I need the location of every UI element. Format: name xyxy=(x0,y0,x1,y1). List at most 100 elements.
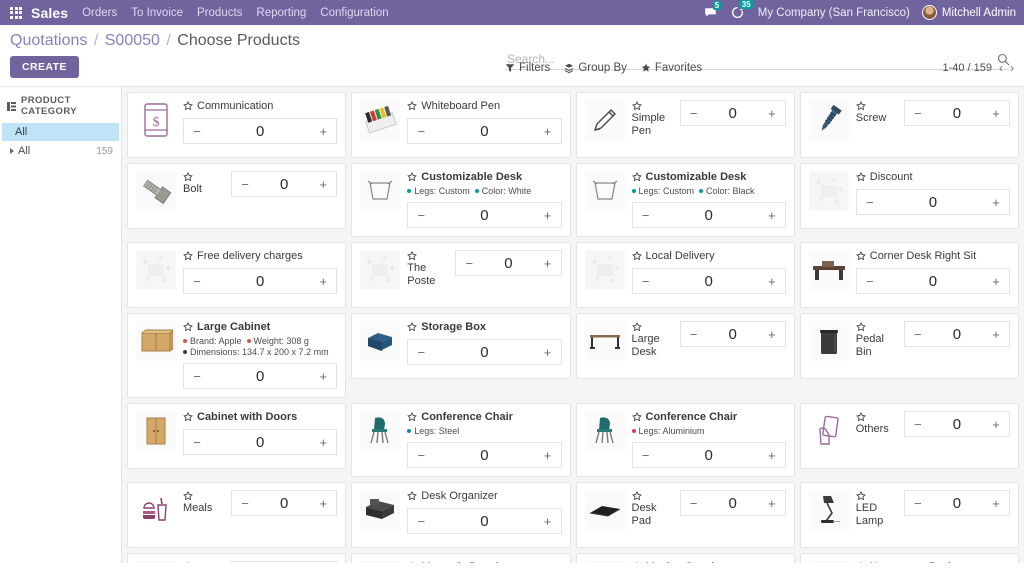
product-card[interactable]: Others −0+ xyxy=(800,403,1019,469)
favorite-star-icon[interactable] xyxy=(183,562,193,563)
quantity-increment-button[interactable]: + xyxy=(759,327,785,342)
product-card[interactable]: Newspaper Rack−0+ xyxy=(800,553,1019,563)
quantity-decrement-button[interactable]: − xyxy=(408,124,434,139)
product-name[interactable]: Conference Chair xyxy=(421,411,513,424)
quantity-value[interactable]: 0 xyxy=(258,176,310,193)
product-name[interactable]: Magnetic Board xyxy=(421,561,498,563)
create-button[interactable]: CREATE xyxy=(10,56,79,78)
favorite-star-icon[interactable] xyxy=(632,562,642,563)
quantity-increment-button[interactable]: + xyxy=(310,369,336,384)
quantity-increment-button[interactable]: + xyxy=(535,448,561,463)
quantity-value[interactable]: 0 xyxy=(659,273,759,290)
favorite-star-icon[interactable] xyxy=(183,412,193,422)
quantity-stepper[interactable]: −0+ xyxy=(231,490,337,516)
quantity-decrement-button[interactable]: − xyxy=(184,274,210,289)
quantity-value[interactable]: 0 xyxy=(210,123,310,140)
quantity-decrement-button[interactable]: − xyxy=(408,345,434,360)
favorite-star-icon[interactable] xyxy=(183,172,193,182)
product-card[interactable]: Local Delivery−0+ xyxy=(576,242,795,308)
quantity-value[interactable]: 0 xyxy=(210,368,310,385)
product-name[interactable]: Desk Pad xyxy=(632,502,674,528)
favorite-star-icon[interactable] xyxy=(407,101,417,111)
product-card[interactable]: LED Lamp−0+ xyxy=(800,482,1019,548)
product-name[interactable]: Free delivery charges xyxy=(197,250,303,263)
product-name[interactable]: The Poste xyxy=(407,262,449,288)
product-card[interactable]: Desk Pad−0+ xyxy=(576,482,795,548)
product-card[interactable]: Corner Desk Right Sit−0+ xyxy=(800,242,1019,308)
favorite-star-icon[interactable] xyxy=(632,172,642,182)
product-name[interactable]: Pedal Bin xyxy=(856,333,898,359)
product-name[interactable]: Others xyxy=(856,423,889,436)
product-card[interactable]: Bolt−0+ xyxy=(127,163,346,229)
quantity-decrement-button[interactable]: − xyxy=(633,208,659,223)
product-name[interactable]: Customizable Desk xyxy=(646,171,747,184)
caret-right-icon[interactable] xyxy=(10,148,14,154)
product-card[interactable]: Customizable DeskLegs: CustomColor: Blac… xyxy=(576,163,795,237)
quantity-increment-button[interactable]: + xyxy=(759,448,785,463)
favorite-star-icon[interactable] xyxy=(856,412,866,422)
pager-next-button[interactable]: › xyxy=(1010,62,1014,74)
quantity-value[interactable]: 0 xyxy=(210,273,310,290)
favorite-star-icon[interactable] xyxy=(183,251,193,261)
favorite-star-icon[interactable] xyxy=(856,491,866,501)
quantity-stepper[interactable]: −0+ xyxy=(407,339,561,365)
quantity-value[interactable]: 0 xyxy=(931,105,983,122)
quantity-stepper[interactable]: −0+ xyxy=(407,118,561,144)
quantity-value[interactable]: 0 xyxy=(434,447,534,464)
favorite-star-icon[interactable] xyxy=(407,251,417,261)
product-name[interactable]: Customizable Desk xyxy=(421,171,522,184)
quantity-stepper[interactable]: −0+ xyxy=(632,202,786,228)
product-card[interactable]: Whiteboard Pen −0+ xyxy=(351,92,570,158)
favorite-star-icon[interactable] xyxy=(632,412,642,422)
quantity-stepper[interactable]: −0+ xyxy=(407,508,561,534)
product-card[interactable]: Conference ChairLegs: Steel−0+ xyxy=(351,403,570,477)
favorite-star-icon[interactable] xyxy=(632,491,642,501)
quantity-stepper[interactable]: −0+ xyxy=(183,363,337,389)
favorite-star-icon[interactable] xyxy=(407,322,417,332)
quantity-stepper[interactable]: −0+ xyxy=(231,171,337,197)
product-name[interactable]: Whiteboard Pen xyxy=(421,100,500,113)
quantity-decrement-button[interactable]: − xyxy=(456,256,482,271)
favorite-star-icon[interactable] xyxy=(407,491,417,501)
favorite-star-icon[interactable] xyxy=(407,412,417,422)
quantity-increment-button[interactable]: + xyxy=(759,274,785,289)
quantity-increment-button[interactable]: + xyxy=(983,496,1009,511)
quantity-stepper[interactable]: −0+ xyxy=(680,321,786,347)
quantity-decrement-button[interactable]: − xyxy=(633,448,659,463)
nav-item-configuration[interactable]: Configuration xyxy=(320,7,388,19)
product-card[interactable]: Storage Box−0+ xyxy=(351,313,570,379)
pager-previous-button[interactable]: ‹ xyxy=(999,62,1003,74)
quantity-value[interactable]: 0 xyxy=(707,326,759,343)
clock-refresh-icon[interactable]: 35 xyxy=(731,6,744,19)
sidebar-item-all[interactable]: All 159 xyxy=(2,141,119,161)
quantity-decrement-button[interactable]: − xyxy=(184,124,210,139)
product-card[interactable]: Monitor Stand−0+ xyxy=(576,553,795,563)
quantity-increment-button[interactable]: + xyxy=(310,435,336,450)
quantity-value[interactable]: 0 xyxy=(931,495,983,512)
nav-item-products[interactable]: Products xyxy=(197,7,242,19)
favorite-star-icon[interactable] xyxy=(632,251,642,261)
product-card[interactable]: $Communication−0+ xyxy=(127,92,346,158)
product-name[interactable]: Large Desk xyxy=(632,333,674,359)
quantity-increment-button[interactable]: + xyxy=(310,124,336,139)
quantity-value[interactable]: 0 xyxy=(931,416,983,433)
product-name[interactable]: Monitor Stand xyxy=(646,561,714,563)
product-name[interactable]: Cabinet with Doors xyxy=(197,411,297,424)
quantity-stepper[interactable]: −0+ xyxy=(856,268,1010,294)
quantity-value[interactable]: 0 xyxy=(931,326,983,343)
favorite-star-icon[interactable] xyxy=(183,491,193,501)
quantity-decrement-button[interactable]: − xyxy=(184,435,210,450)
quantity-decrement-button[interactable]: − xyxy=(232,177,258,192)
product-card[interactable]: Simple Pen−0+ xyxy=(576,92,795,158)
product-card[interactable]: Conference ChairLegs: Aluminium−0+ xyxy=(576,403,795,477)
quantity-decrement-button[interactable]: − xyxy=(408,208,434,223)
product-name[interactable]: Meals xyxy=(183,502,212,515)
quantity-stepper[interactable]: −0+ xyxy=(904,411,1010,437)
breadcrumb-item-quotations[interactable]: Quotations xyxy=(10,32,87,49)
favorites-button[interactable]: Favorites xyxy=(641,62,702,74)
favorite-star-icon[interactable] xyxy=(407,562,417,563)
product-card[interactable]: −0+ xyxy=(127,553,346,563)
quantity-increment-button[interactable]: + xyxy=(759,208,785,223)
product-card[interactable]: Pedal Bin−0+ xyxy=(800,313,1019,379)
quantity-decrement-button[interactable]: − xyxy=(905,417,931,432)
